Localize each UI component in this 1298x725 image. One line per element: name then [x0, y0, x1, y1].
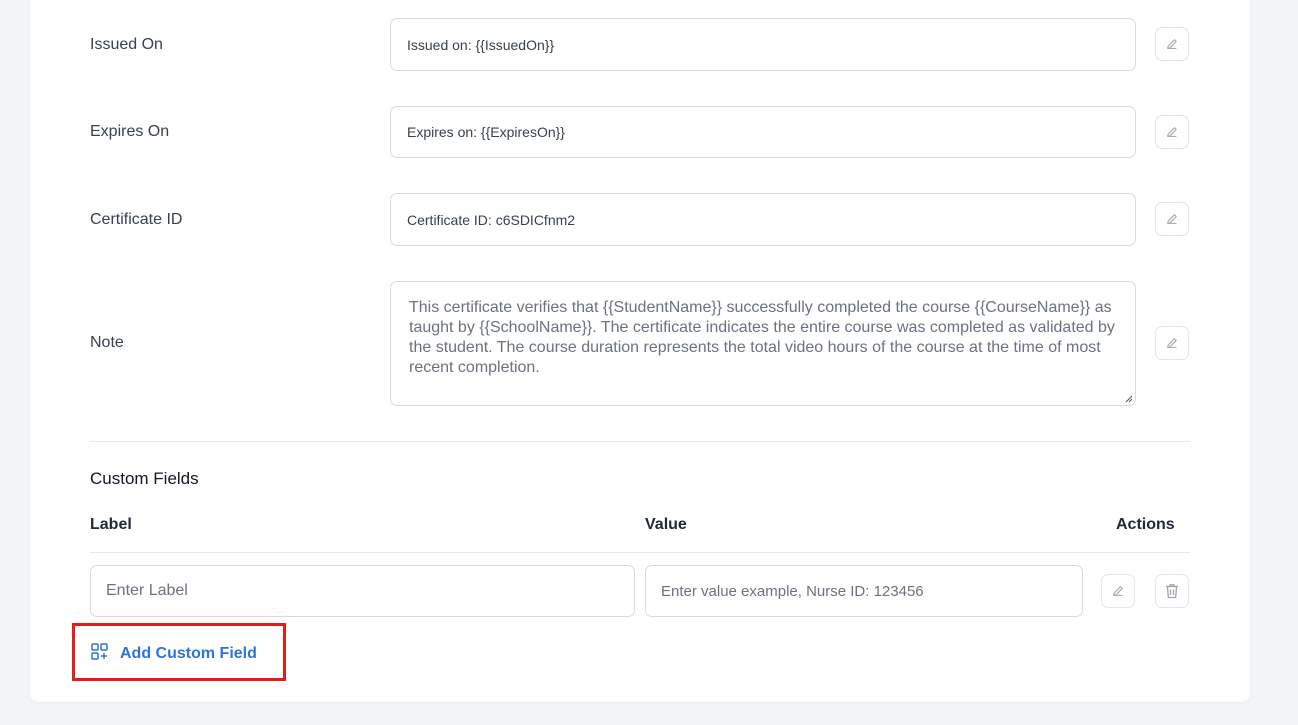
column-header-value: Value [645, 516, 687, 533]
custom-field-delete-button[interactable] [1155, 574, 1189, 608]
certificate-id-field[interactable]: Certificate ID: c6SDICfnm2 [390, 193, 1136, 246]
pencil-icon [1113, 586, 1123, 596]
add-grid-icon [91, 643, 108, 660]
issued-on-label: Issued On [90, 36, 163, 53]
pencil-icon [1167, 39, 1177, 49]
custom-field-edit-button[interactable] [1101, 574, 1135, 608]
custom-fields-title: Custom Fields [90, 469, 199, 488]
table-header-divider [90, 552, 1190, 553]
certificate-id-edit-button[interactable] [1155, 202, 1189, 236]
resize-grip-icon[interactable] [1123, 393, 1133, 403]
custom-field-value-input[interactable]: Enter value example, Nurse ID: 123456 [645, 565, 1083, 617]
add-custom-field-button[interactable]: Add Custom Field [72, 623, 286, 681]
issued-on-field[interactable]: Issued on: {{IssuedOn}} [390, 18, 1136, 71]
note-text: This certificate verifies that {{Student… [409, 299, 1115, 376]
expires-on-edit-button[interactable] [1155, 115, 1189, 149]
column-header-label: Label [90, 516, 132, 533]
expires-on-field[interactable]: Expires on: {{ExpiresOn}} [390, 106, 1136, 158]
expires-on-label: Expires On [90, 123, 170, 140]
note-label: Note [90, 334, 124, 351]
pencil-icon [1167, 214, 1177, 224]
custom-field-label-input[interactable]: Enter Label [90, 565, 635, 617]
pencil-icon [1167, 127, 1177, 137]
pencil-icon [1167, 338, 1177, 348]
add-custom-field-label: Add Custom Field [120, 645, 257, 662]
note-edit-button[interactable] [1155, 326, 1189, 360]
issued-on-edit-button[interactable] [1155, 27, 1189, 61]
certificate-id-label: Certificate ID [90, 211, 183, 228]
trash-icon [1166, 584, 1178, 599]
note-textarea[interactable]: This certificate verifies that {{Student… [390, 281, 1136, 406]
column-header-actions: Actions [1116, 516, 1175, 533]
section-divider [90, 441, 1190, 442]
